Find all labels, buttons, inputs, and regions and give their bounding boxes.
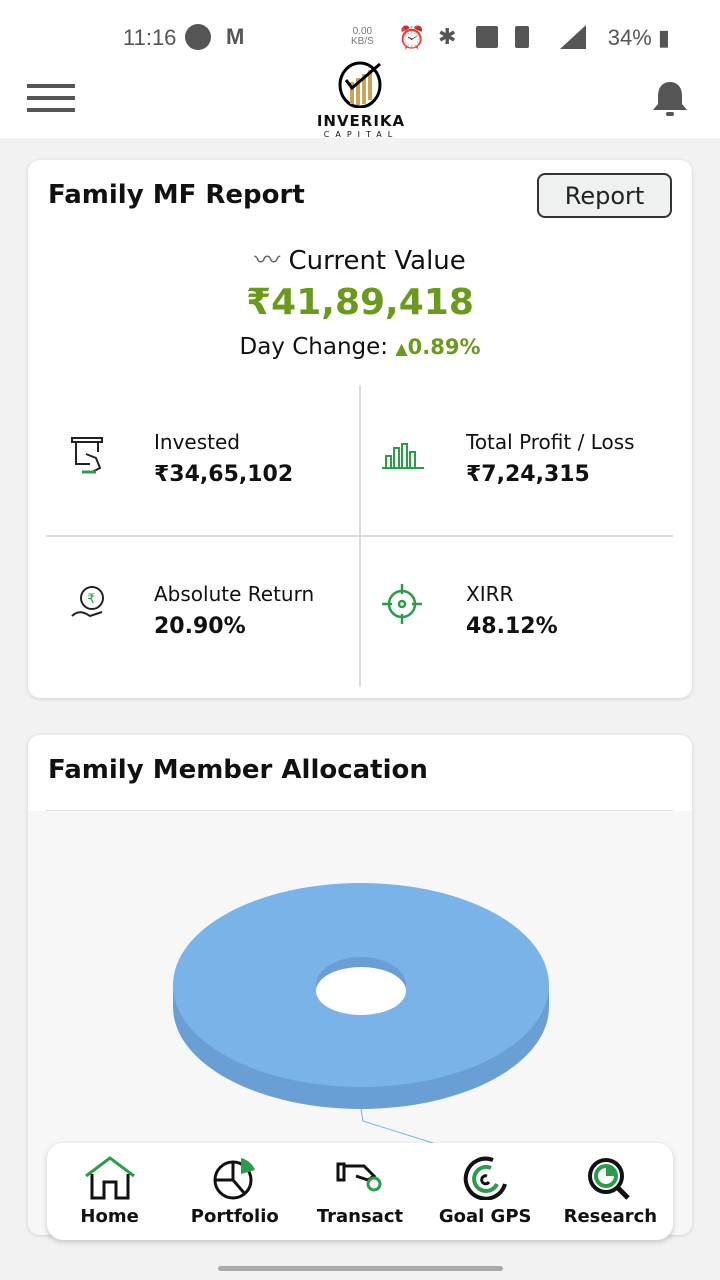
battery-level: 34% ▮ — [607, 25, 670, 50]
current-value-label: 〰 Current Value — [254, 246, 466, 276]
label-leader-line — [360, 1108, 434, 1144]
trend-icon: 〰 — [254, 246, 281, 276]
app-header: INVERIKA CAPITAL — [0, 61, 720, 139]
invest-hand-icon — [71, 437, 103, 474]
rupee-hand-icon: ₹ — [71, 586, 104, 618]
vibrate-icon — [515, 26, 529, 48]
net-speed: 0.00 KB/S — [351, 26, 374, 47]
day-change: Day Change: ▲0.89% — [239, 334, 481, 360]
app-notification-icon — [185, 24, 211, 50]
volte-icon — [476, 26, 498, 48]
nav-portfolio[interactable]: Portfolio — [175, 1143, 295, 1240]
bottom-nav: Home Portfolio Transact Goal GPS Researc… — [47, 1143, 673, 1240]
bell-icon[interactable] — [650, 78, 690, 120]
nav-goal-gps[interactable]: Goal GPS — [425, 1143, 545, 1240]
signal-icon — [560, 25, 586, 49]
goal-gps-icon — [463, 1156, 508, 1201]
transact-hand-icon — [336, 1162, 382, 1192]
family-mf-report-card: Family MF Report Report 〰 Current Value … — [28, 160, 692, 698]
svg-text:₹: ₹ — [87, 592, 95, 607]
alarm-icon: ⏰ — [398, 25, 426, 50]
divider — [46, 535, 673, 537]
bluetooth-icon: ✱ — [438, 24, 457, 49]
nav-research[interactable]: Research — [550, 1143, 670, 1240]
pie-chart-icon — [213, 1158, 255, 1200]
nav-home[interactable]: Home — [50, 1143, 170, 1240]
card-title: Family Member Allocation — [48, 755, 428, 785]
report-button[interactable]: Report — [537, 173, 672, 218]
donut-hole — [316, 967, 406, 1015]
card-title: Family MF Report — [48, 180, 305, 210]
menu-icon[interactable] — [27, 84, 75, 120]
bar-chart-icon — [382, 443, 424, 469]
gmail-icon: M — [226, 24, 245, 49]
home-indicator[interactable] — [218, 1266, 503, 1271]
up-arrow-icon: ▲ — [395, 339, 408, 358]
nav-transact[interactable]: Transact — [300, 1143, 420, 1240]
research-icon — [588, 1158, 631, 1200]
status-time: 11:16 — [123, 25, 177, 50]
logo: INVERIKA CAPITAL — [315, 58, 407, 139]
current-value: ₹41,89,418 — [246, 282, 474, 323]
target-icon — [382, 584, 422, 624]
home-icon — [84, 1156, 135, 1200]
